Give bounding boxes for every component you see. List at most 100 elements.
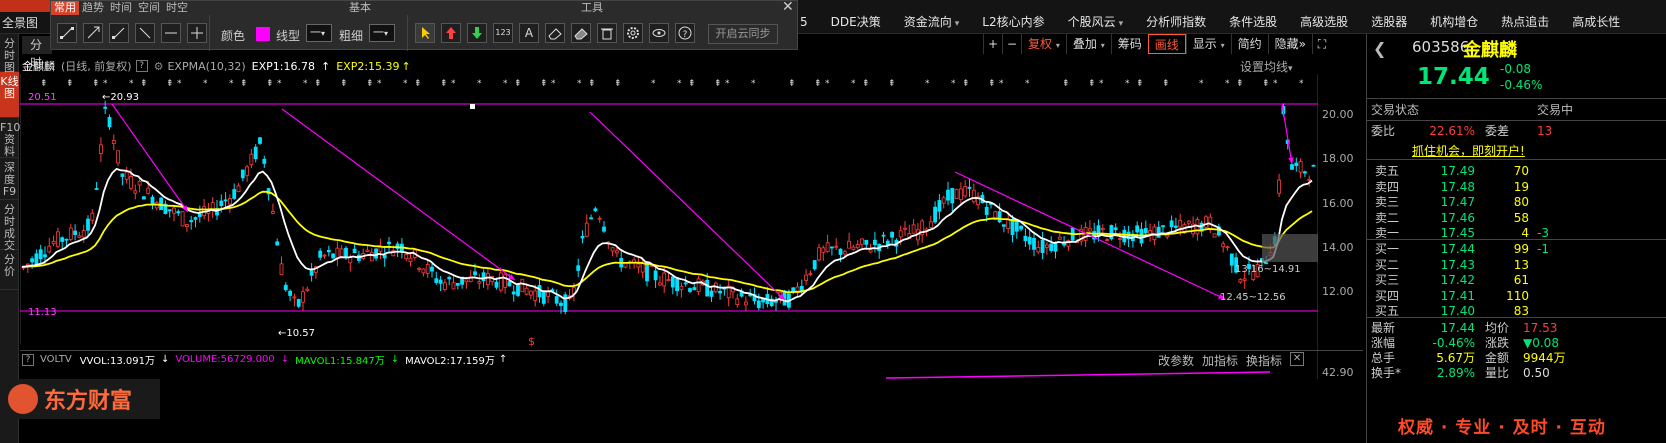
- left-tab-5[interactable]: 分价: [0, 250, 19, 290]
- chevron-left-icon[interactable]: ❮: [1373, 39, 1386, 58]
- event-marker[interactable]: ⇞: [440, 79, 448, 89]
- left-tab-1[interactable]: K线图: [0, 72, 19, 118]
- zoom-in-button[interactable]: +: [983, 34, 1002, 54]
- arrow-line-tool-icon[interactable]: [109, 23, 129, 43]
- menu-item-4[interactable]: 个股风云 ▾: [1068, 12, 1124, 32]
- fuquan-button[interactable]: 复权 ▾: [1021, 34, 1066, 54]
- event-marker[interactable]: ⇞: [366, 79, 374, 89]
- color-swatch[interactable]: [256, 27, 270, 41]
- tab-quanjing[interactable]: 全景图: [2, 12, 46, 34]
- delete-tool-icon[interactable]: [597, 23, 617, 43]
- event-marker[interactable]: *: [951, 79, 956, 89]
- horizontal-line-tool-icon[interactable]: [161, 23, 181, 43]
- event-marker[interactable]: ⇞: [240, 79, 248, 89]
- fullscreen-icon[interactable]: ⛶: [1311, 34, 1331, 54]
- help-icon[interactable]: ?: [135, 60, 148, 72]
- up-arrow-tool-icon[interactable]: [441, 23, 461, 43]
- draw-tab-1[interactable]: 趋势: [79, 1, 107, 15]
- xianshi-button[interactable]: 显示 ▾: [1185, 34, 1231, 54]
- draw-tab-4[interactable]: 时空: [163, 1, 191, 15]
- close-icon[interactable]: ✕: [1290, 352, 1305, 366]
- event-marker[interactable]: *: [303, 79, 308, 89]
- event-marker[interactable]: *: [751, 79, 756, 89]
- event-marker[interactable]: ⇞: [340, 79, 348, 89]
- menu-item-8[interactable]: 选股器: [1371, 12, 1407, 32]
- event-marker[interactable]: *: [851, 79, 856, 89]
- event-marker[interactable]: ⇞: [814, 79, 822, 89]
- menu-item-3[interactable]: L2核心内参: [982, 12, 1044, 32]
- left-tab-3[interactable]: 深度F9: [0, 158, 19, 200]
- open-account-link[interactable]: 抓住机会，即刻开户!: [1412, 142, 1525, 159]
- cloud-sync-button[interactable]: 开启云同步: [708, 24, 778, 44]
- switch-indicator-button[interactable]: 换指标: [1246, 352, 1282, 369]
- event-marker[interactable]: ⇞: [266, 79, 274, 89]
- menu-item-10[interactable]: 热点追击: [1501, 12, 1549, 32]
- event-marker[interactable]: ⇞: [1136, 79, 1144, 89]
- event-marker[interactable]: *: [403, 79, 408, 89]
- left-tab-2[interactable]: F10资料: [0, 118, 20, 158]
- event-marker[interactable]: *: [577, 79, 582, 89]
- kline-chart[interactable]: ⇞ * ⇞ * ⇞ * ⇞ * ⇞ *⇞ * ⇞ * ⇞ * ⇞ * ⇞* ⇞ * ⇞ * ⇞ * ⇞ *⇞ * ⇞ * ⇞ * ⇞ * ⇞ *⇞ *…: [20, 74, 1318, 379]
- event-marker[interactable]: ⇞: [414, 79, 422, 89]
- menu-item-2[interactable]: 资金流向 ▾: [904, 12, 960, 32]
- settings-gear-icon[interactable]: [623, 23, 643, 43]
- event-marker[interactable]: *: [1199, 79, 1204, 89]
- line-handle[interactable]: [470, 104, 475, 109]
- menu-item-1[interactable]: DDE决策: [831, 12, 881, 32]
- draw-tab-3[interactable]: 空间: [135, 1, 163, 15]
- event-marker[interactable]: *: [1099, 79, 1104, 89]
- event-marker[interactable]: *: [177, 79, 182, 89]
- crosshair-tool-icon[interactable]: [187, 23, 207, 43]
- line-segment-tool-icon[interactable]: [57, 23, 77, 43]
- event-marker[interactable]: ⇞: [788, 79, 796, 89]
- add-indicator-button[interactable]: 加指标: [1202, 352, 1238, 369]
- event-marker[interactable]: ⇞: [166, 79, 174, 89]
- event-marker[interactable]: ⇞: [1262, 79, 1270, 89]
- event-marker[interactable]: *: [677, 79, 682, 89]
- change-params-button[interactable]: 改参数: [1158, 352, 1194, 369]
- draw-tab-0[interactable]: 常用: [51, 1, 79, 15]
- event-marker[interactable]: *: [103, 79, 108, 89]
- event-marker[interactable]: *: [129, 79, 134, 89]
- volume-indicator-name[interactable]: VOLTV: [40, 354, 72, 365]
- user-draw-lines[interactable]: [111, 103, 1294, 301]
- menu-item-6[interactable]: 条件选股: [1229, 12, 1277, 32]
- event-marker[interactable]: *: [1125, 79, 1130, 89]
- event-marker[interactable]: *: [503, 79, 508, 89]
- left-tab-0[interactable]: 分时图: [0, 34, 19, 74]
- sub-tab-fenshi[interactable]: 分时: [22, 36, 52, 70]
- event-marker[interactable]: *: [1299, 79, 1304, 89]
- event-marker[interactable]: ⇞: [614, 79, 622, 89]
- settings-gear-icon[interactable]: ⚙: [154, 60, 164, 73]
- event-marker[interactable]: *: [999, 79, 1004, 89]
- indicator-name[interactable]: EXPMA(10,32): [167, 60, 245, 73]
- event-marker[interactable]: *: [477, 79, 482, 89]
- event-marker[interactable]: *: [377, 79, 382, 89]
- left-tab-4[interactable]: 分时成交: [0, 200, 19, 252]
- event-marker[interactable]: ⇞: [1162, 79, 1170, 89]
- huaxian-button[interactable]: 画线: [1147, 34, 1186, 54]
- event-marker[interactable]: ⇞: [540, 79, 548, 89]
- event-marker[interactable]: ⇞: [588, 79, 596, 89]
- diagonal-line-tool-icon[interactable]: [135, 23, 155, 43]
- event-marker[interactable]: *: [1025, 79, 1030, 89]
- event-marker[interactable]: *: [1225, 79, 1230, 89]
- event-marker[interactable]: *: [825, 79, 830, 89]
- event-marker[interactable]: *: [551, 79, 556, 89]
- text-tool-icon[interactable]: A: [519, 23, 539, 43]
- eraser-tool-icon[interactable]: [545, 23, 565, 43]
- help-icon[interactable]: ?: [675, 23, 695, 43]
- event-marker[interactable]: ⇞: [888, 79, 896, 89]
- event-marker[interactable]: ⇞: [962, 79, 970, 89]
- menu-item-9[interactable]: 机构增仓: [1430, 12, 1478, 32]
- event-marker[interactable]: ⇞: [688, 79, 696, 89]
- event-marker[interactable]: *: [651, 79, 656, 89]
- ray-line-tool-icon[interactable]: [83, 23, 103, 43]
- event-marker[interactable]: ⇞: [988, 79, 996, 89]
- line-type-select[interactable]: 一▾: [306, 24, 332, 42]
- diejia-button[interactable]: 叠加 ▾: [1065, 34, 1111, 54]
- jianyue-button[interactable]: 简约: [1230, 34, 1268, 54]
- yincang-button[interactable]: 隐藏»: [1267, 34, 1312, 54]
- close-panel-icon[interactable]: ✕: [782, 0, 794, 14]
- event-marker[interactable]: ⇞: [314, 79, 322, 89]
